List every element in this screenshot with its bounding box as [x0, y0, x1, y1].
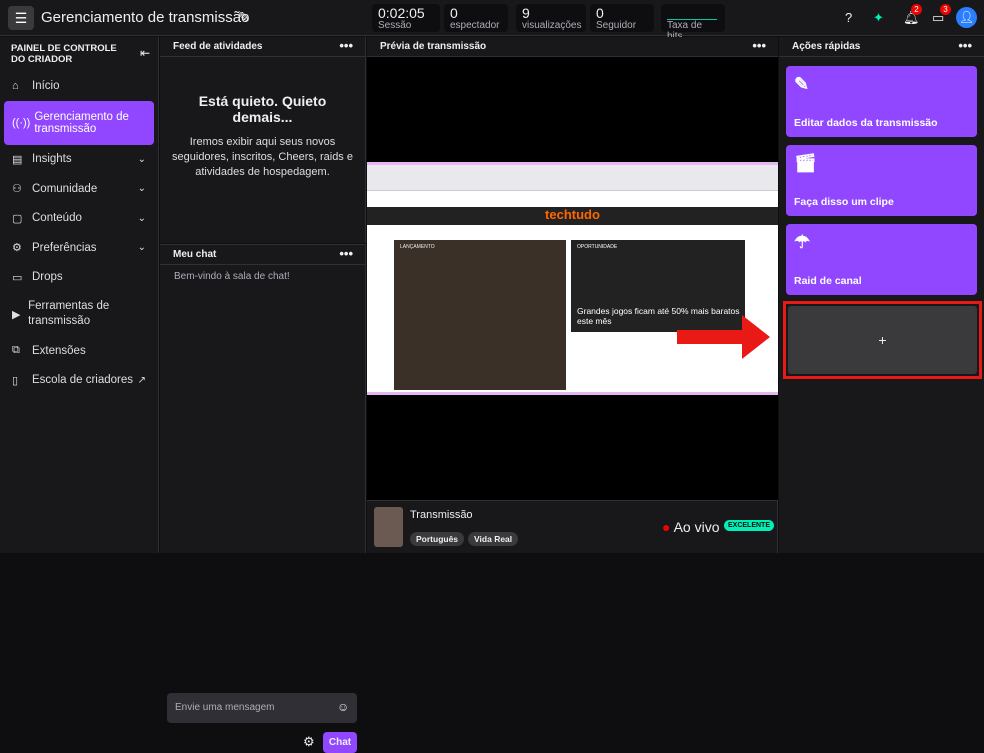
notifications-badge: 2: [911, 4, 922, 15]
sidebar-item-label: Insights: [32, 153, 72, 166]
stat-followers: 0 Seguidor: [590, 4, 654, 32]
whispers-badge: 3: [940, 4, 951, 15]
sidebar-item-comunidade[interactable]: ⚇ Comunidade ⌄: [0, 174, 158, 204]
parachute-icon: ☂: [794, 232, 811, 252]
stat-views: 9 visualizações: [516, 4, 586, 32]
top-bar: ☰ Gerenciamento de transmissão ✎ 0:02:05…: [0, 0, 984, 42]
preview-header: Prévia de transmissão •••: [367, 37, 778, 57]
quick-action-clip[interactable]: 🎬︎ Faça disso um clipe: [786, 145, 977, 216]
chat-welcome: Bem-vindo à sala de chat!: [174, 271, 290, 282]
empty-text: Iremos exibir aqui seus novos seguidores…: [172, 136, 353, 178]
sidebar-item-preferencias[interactable]: ⚙ Preferências ⌄: [0, 233, 158, 263]
sidebar-item-label: Início: [32, 79, 60, 92]
panel-title: Feed de atividades: [173, 41, 263, 52]
chat-panel: Meu chat ••• Bem-vindo à sala de chat! En…: [160, 244, 366, 753]
chart-icon: ▤: [12, 153, 23, 166]
avatar[interactable]: 👤︎: [956, 7, 977, 28]
book-icon: ▯: [12, 374, 19, 387]
content-icon: ▢: [12, 212, 23, 225]
community-icon: ⚇: [12, 183, 22, 196]
chevron-down-icon: ⌄: [137, 242, 146, 254]
sidebar-item-extensoes[interactable]: ⧉ Extensões: [0, 336, 158, 366]
menu-icon[interactable]: ☰: [8, 6, 34, 30]
tag[interactable]: Vida Real: [468, 532, 519, 546]
bitrate-graph: [667, 6, 717, 20]
sidebar-item-label: Extensões: [32, 344, 86, 357]
tag[interactable]: Português: [410, 532, 465, 546]
sidebar-item-label: Ferramentas de transmissão: [28, 300, 110, 327]
puzzle-icon: ⧉: [12, 344, 20, 357]
clapper-icon: 🎬︎: [794, 153, 817, 173]
activity-feed-panel: Feed de atividades ••• Está quieto. Quiet…: [160, 37, 366, 243]
sidebar-item-label: Conteúdo: [32, 212, 82, 225]
panel-title: Prévia de transmissão: [380, 41, 487, 52]
sidebar-item-ferramentas[interactable]: ▶ Ferramentas de transmissão: [0, 292, 158, 336]
add-quick-action-button[interactable]: +: [788, 306, 977, 374]
arrow-shaft: [677, 330, 747, 344]
collapse-icon[interactable]: ⇤: [140, 46, 150, 60]
article-card: OPORTUNIDADE Grandes jogos ficam até 50% …: [571, 240, 745, 332]
sidebar-item-conteudo[interactable]: ▢ Conteúdo ⌄: [0, 204, 158, 234]
chat-input[interactable]: Envie uma mensagem: [167, 693, 357, 723]
panel-title: Meu chat: [173, 249, 217, 260]
sidebar-item-label: Escola de criadores: [32, 374, 133, 387]
highlight-box: +: [783, 301, 982, 379]
external-link-icon: ↗: [137, 374, 146, 386]
stream-title[interactable]: Transmissão: [410, 509, 473, 521]
empty-heading: Está quieto. Quieto demais...: [198, 93, 327, 125]
stat-session: 0:02:05 Sessão: [372, 4, 440, 32]
sidebar-item-escola[interactable]: ▯ Escola de criadores ↗: [0, 366, 158, 396]
emote-icon[interactable]: ☺: [337, 700, 349, 714]
stat-viewers: 0 espectador: [444, 4, 508, 32]
panel-title: Ações rápidas: [792, 41, 861, 52]
stream-thumbnail: [374, 507, 403, 547]
chat-send-button[interactable]: Chat: [323, 732, 357, 753]
more-icon[interactable]: •••: [339, 38, 353, 53]
quality-badge: EXCELENTE: [724, 520, 775, 531]
site-logo: techtudo: [367, 207, 778, 225]
broadcast-icon: ((·)): [12, 116, 31, 129]
home-icon: ⌂: [12, 79, 19, 92]
camera-icon: ▶: [12, 308, 21, 321]
pencil-icon: ✎: [794, 74, 810, 94]
gear-icon: ⚙: [12, 242, 22, 255]
sidebar-item-label: Preferências: [32, 241, 97, 254]
sidebar-item-label: Gerenciamento de transmissão: [34, 110, 129, 135]
drops-icon: ▭: [12, 271, 23, 284]
more-icon[interactable]: •••: [339, 246, 353, 261]
sidebar-title: PAINEL DE CONTROLE DO CRIADOR: [11, 43, 117, 65]
stream-info: Transmissão Português Vida Real ● Ao vivo…: [367, 500, 778, 553]
more-icon[interactable]: •••: [958, 38, 972, 53]
chevron-down-icon: ⌄: [137, 183, 146, 195]
chat-settings-icon[interactable]: ⚙: [303, 734, 315, 750]
quick-action-raid[interactable]: ☂ Raid de canal: [786, 224, 977, 295]
sidebar-item-label: Comunidade: [32, 182, 98, 195]
stat-bitrate: Taxa de bits: [661, 4, 725, 42]
sidebar: PAINEL DE CONTROLE DO CRIADOR ⇤ ⌂ Início …: [0, 37, 159, 553]
sidebar-item-label: Drops: [32, 271, 63, 284]
sidebar-item-drops[interactable]: ▭ Drops: [0, 263, 158, 293]
sidebar-item-gerenciamento[interactable]: ((·)) Gerenciamento de transmissão: [4, 100, 154, 145]
live-status: ● Ao vivo: [662, 519, 720, 535]
chevron-down-icon: ⌄: [137, 153, 146, 165]
more-icon[interactable]: •••: [752, 38, 766, 53]
article-card: LANÇAMENTO: [394, 240, 566, 390]
stream-preview-video[interactable]: techtudo LANÇAMENTO OPORTUNIDADE Grandes …: [367, 162, 778, 395]
sparkle-icon[interactable]: ✦: [873, 10, 884, 26]
page-title: Gerenciamento de transmissão: [41, 9, 250, 26]
edit-title-icon[interactable]: ✎: [238, 9, 250, 26]
quick-action-edit[interactable]: ✎ Editar dados da transmissão: [786, 66, 977, 137]
sidebar-item-insights[interactable]: ▤ Insights ⌄: [0, 145, 158, 175]
live-dot-icon: ●: [662, 519, 671, 535]
help-icon[interactable]: ?: [845, 10, 852, 25]
chevron-down-icon: ⌄: [137, 212, 146, 224]
sidebar-item-inicio[interactable]: ⌂ Início: [0, 71, 158, 101]
